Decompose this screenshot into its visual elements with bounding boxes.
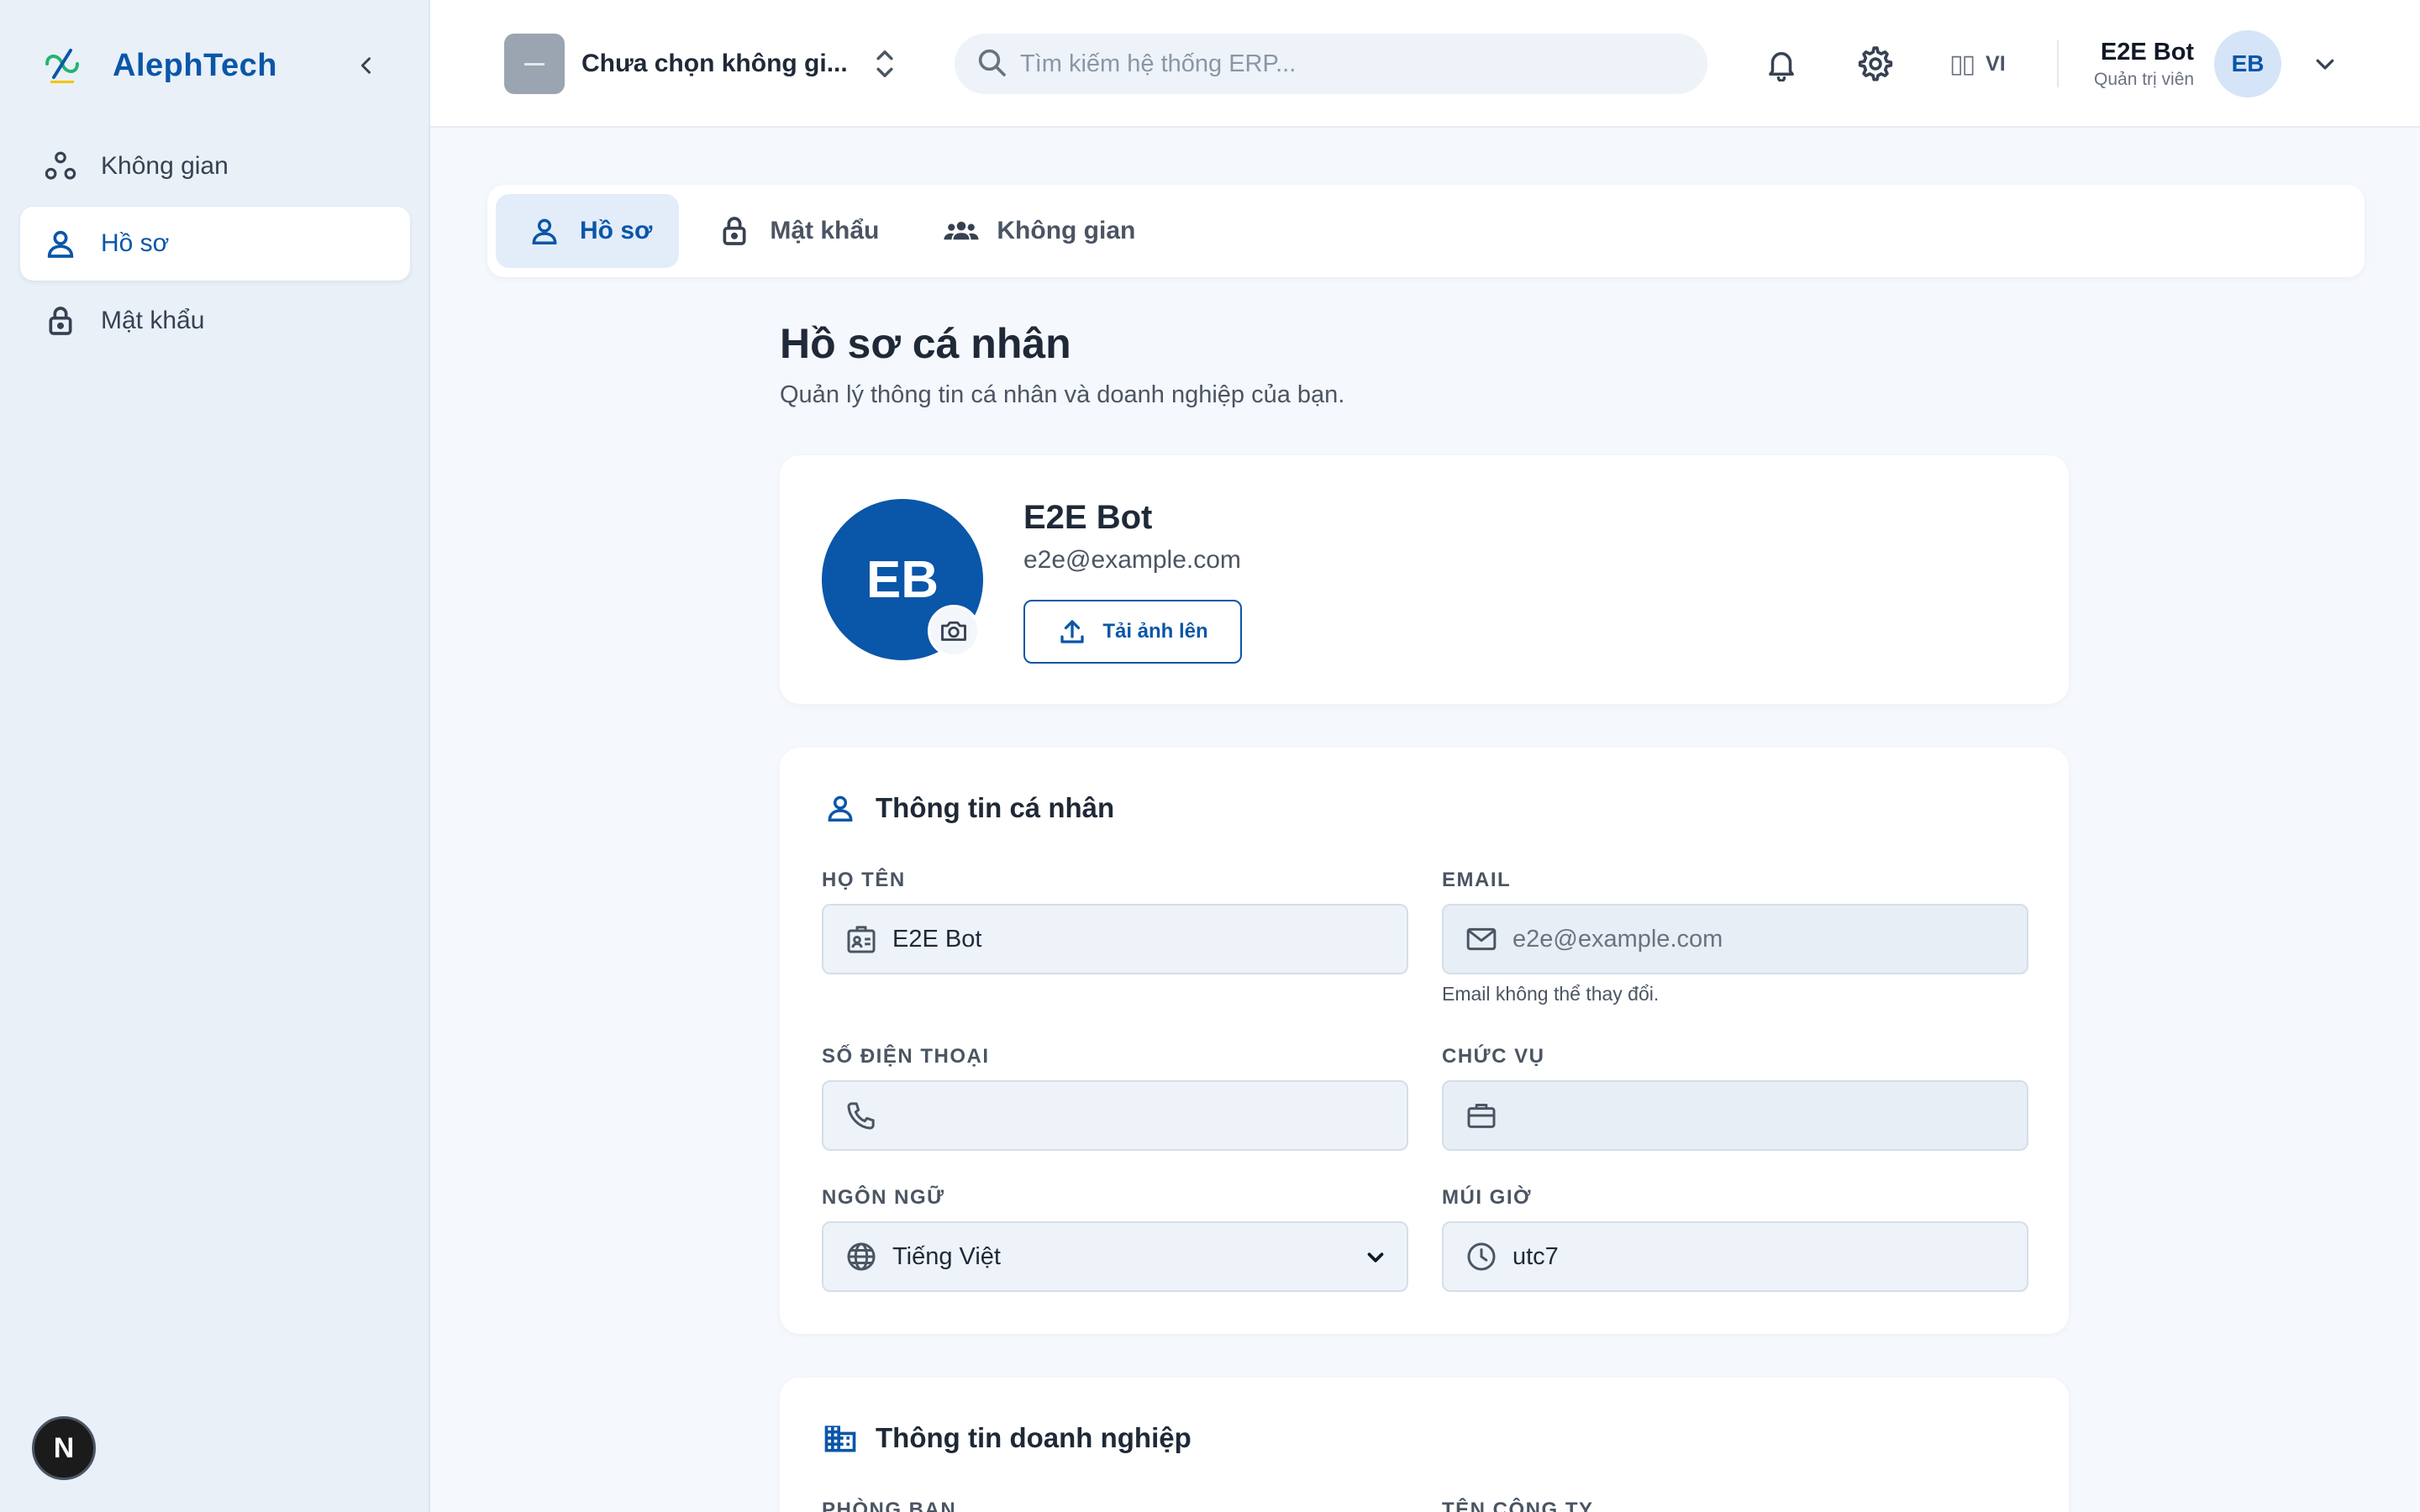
workspace-icon [504,34,565,94]
business-info-heading: Thông tin doanh nghiệp [822,1420,1192,1457]
email-label: EMAIL [1442,869,1512,891]
timezone-input[interactable] [1512,1223,2027,1290]
next-dev-badge[interactable]: N [32,1416,96,1480]
profile-card: EB E2E Bot e2e@example.com Tải ảnh lên [780,455,2069,704]
group-icon [943,213,980,249]
avatar: EB [2214,30,2282,97]
timezone-field[interactable] [1442,1221,2028,1292]
personal-info-card: Thông tin cá nhân HỌ TÊN EMAIL Email khô… [780,748,2069,1334]
briefcase-icon [1464,1098,1499,1133]
building-icon [822,1420,859,1457]
chevron-left-icon [360,57,371,74]
sidebar: AlephTech Không gian Hồ sơ Mật khẩu N [0,0,430,1512]
search-icon [975,45,1008,83]
workspace-label: Chưa chọn không gi... [581,50,847,77]
email-field[interactable] [1442,904,2028,974]
language-switcher[interactable]: ▯▯ VI [1949,47,2006,81]
tab-password[interactable]: Mật khẩu [686,194,906,268]
upload-icon [1057,617,1087,647]
id-card-icon [844,921,879,957]
chevron-down-icon [2308,47,2342,81]
section-title: Thông tin doanh nghiệp [876,1422,1192,1453]
language-select[interactable]: Tiếng Việt [892,1223,1407,1290]
globe-icon [844,1239,879,1274]
brand[interactable]: AlephTech [42,42,277,89]
lock-icon [716,213,753,249]
language-field[interactable]: Tiếng Việt [822,1221,1408,1292]
user-icon [42,225,79,262]
email-hint: Email không thể thay đổi. [1442,983,1660,1005]
sidebar-item-label: Không gian [101,152,229,180]
upload-photo-label: Tải ảnh lên [1102,620,1208,643]
brand-name: AlephTech [113,47,277,83]
page-subtitle: Quản lý thông tin cá nhân và doanh nghiệ… [780,381,1345,408]
tab-label: Hồ sơ [580,217,653,244]
chevron-up-down-icon [872,44,897,84]
search-input[interactable] [1020,50,1676,78]
top-header: Chưa chọn không gi... ▯▯ VI E2E Bot Quản… [430,0,2420,128]
user-menu[interactable]: E2E Bot Quản trị viên EB [2094,30,2342,97]
sidebar-item-profile[interactable]: Hồ sơ [20,207,410,281]
page-title: Hồ sơ cá nhân [780,320,1071,367]
global-search[interactable] [955,34,1707,94]
phone-icon [844,1098,879,1133]
language-flag-icon: ▯▯ [1949,50,1975,78]
collapse-sidebar-button[interactable] [350,49,383,82]
clock-icon [1464,1239,1499,1274]
bell-icon [1769,52,1794,81]
tab-spaces[interactable]: Không gian [913,194,1162,268]
language-code: VI [1986,51,2006,76]
user-icon [526,213,563,249]
phone-input[interactable] [892,1082,1407,1149]
profile-name: E2E Bot [1023,499,1153,536]
full-name-field[interactable] [822,904,1408,974]
alephtech-logo [45,49,79,83]
tab-label: Mật khẩu [770,217,880,244]
phone-label: SỐ ĐIỆN THOẠI [822,1045,990,1068]
section-title: Thông tin cá nhân [876,792,1115,823]
lock-icon [42,302,79,339]
camera-icon [941,621,966,641]
sidebar-item-spaces[interactable]: Không gian [20,129,410,203]
language-label: NGÔN NGỮ [822,1186,945,1209]
mail-icon [1464,921,1499,957]
sidebar-item-password[interactable]: Mật khẩu [20,284,410,358]
tab-label: Không gian [997,217,1136,244]
spaces-icon [42,148,79,185]
upload-photo-button[interactable]: Tải ảnh lên [1023,600,1242,664]
tab-profile[interactable]: Hồ sơ [496,194,680,268]
sidebar-item-label: Hồ sơ [101,229,170,257]
full-name-label: HỌ TÊN [822,869,906,891]
change-avatar-button[interactable] [928,605,980,657]
notifications-button[interactable] [1761,44,1802,84]
department-label: PHÒNG BAN [822,1499,957,1512]
business-info-card: Thông tin doanh nghiệp PHÒNG BAN TÊN CÔN… [780,1378,2069,1512]
profile-email: e2e@example.com [1023,546,1241,574]
gear-icon [1858,46,1893,81]
phone-field[interactable] [822,1080,1408,1151]
personal-info-heading: Thông tin cá nhân [822,790,1114,827]
position-input[interactable] [1512,1082,2027,1149]
sidebar-item-label: Mật khẩu [101,307,205,334]
header-divider [2057,40,2059,87]
user-role: Quản trị viên [2094,69,2195,89]
user-name: E2E Bot [2100,38,2195,66]
position-field[interactable] [1442,1080,2028,1151]
company-label: TÊN CÔNG TY [1442,1499,1594,1512]
full-name-input[interactable] [892,906,1407,973]
position-label: CHỨC VỤ [1442,1045,1545,1068]
settings-button[interactable] [1855,44,1896,84]
email-input[interactable] [1512,906,2027,973]
sidebar-nav: Không gian Hồ sơ Mật khẩu [20,129,410,361]
workspace-switcher[interactable]: Chưa chọn không gi... [504,34,897,94]
timezone-label: MÚI GIỜ [1442,1186,1532,1209]
settings-tabs: Hồ sơ Mật khẩu Không gian [487,185,2365,277]
user-icon [822,790,859,827]
